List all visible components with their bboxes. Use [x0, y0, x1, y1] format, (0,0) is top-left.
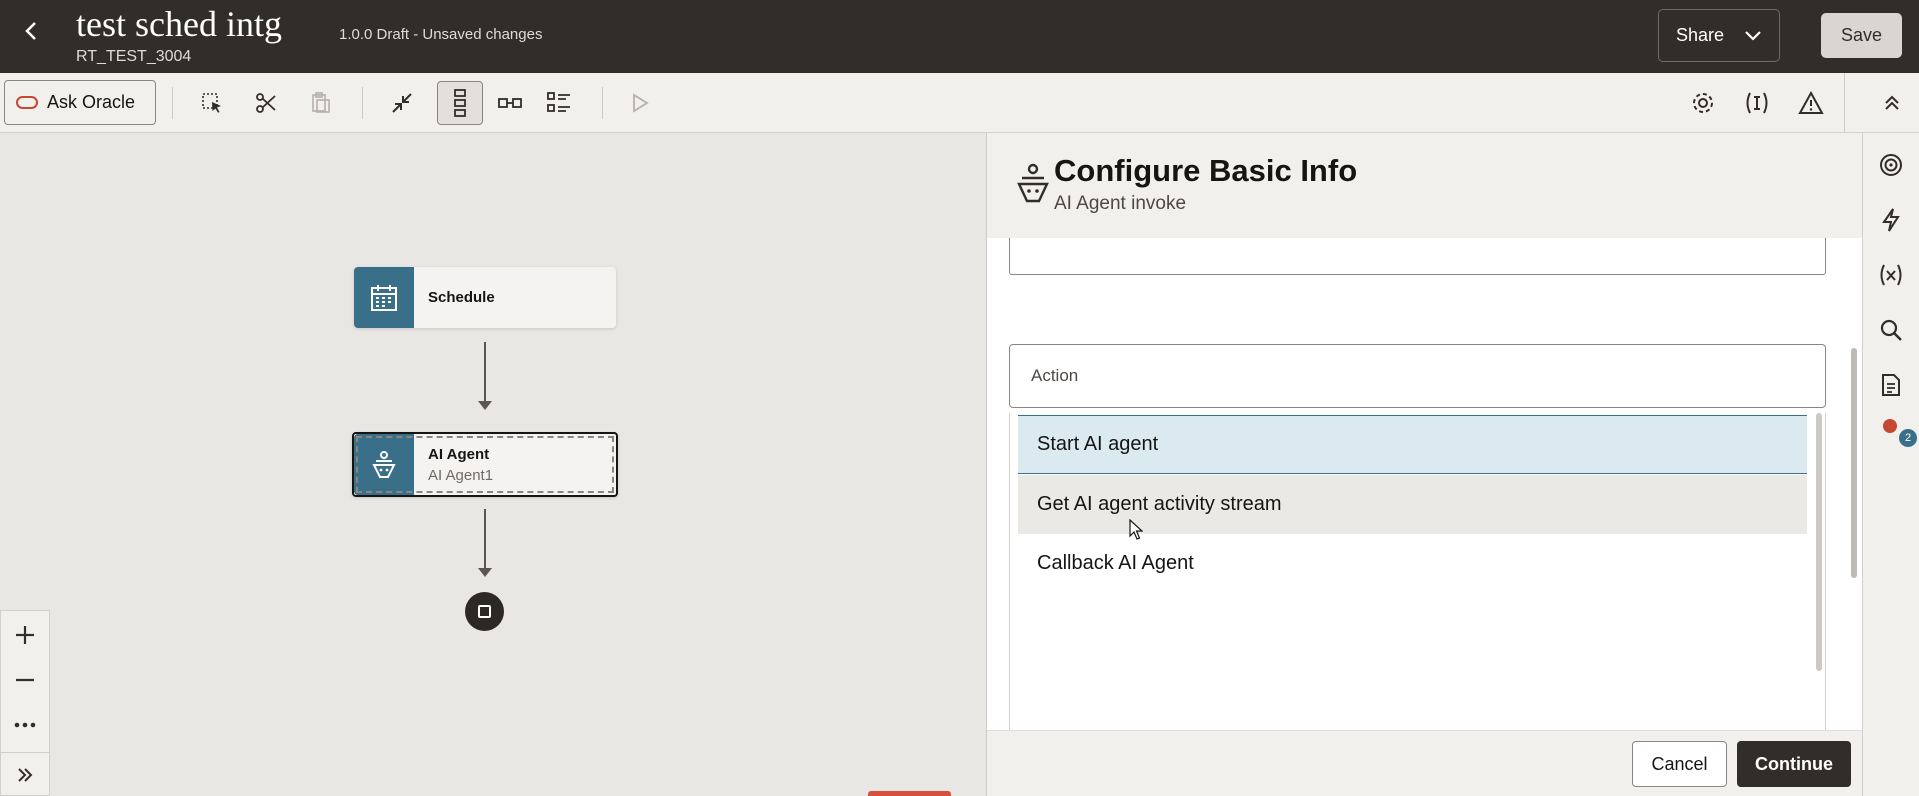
toolbar-divider	[172, 87, 173, 119]
collapse-up-icon[interactable]	[1876, 87, 1908, 119]
paste-icon[interactable]	[305, 87, 337, 119]
toolbar-divider	[1844, 73, 1845, 133]
notification-badge: 2	[1899, 429, 1917, 447]
toolbar-divider	[602, 87, 603, 119]
mouse-cursor-icon	[1129, 519, 1143, 540]
scrollbar-thumb[interactable]	[1816, 413, 1822, 671]
previous-field[interactable]	[1009, 238, 1826, 275]
schedule-node[interactable]: Schedule	[354, 267, 616, 328]
option-label: Callback AI Agent	[1037, 552, 1194, 574]
ai-agent-icon	[1017, 163, 1049, 203]
ai-agent-node[interactable]: AI Agent AI Agent1	[352, 432, 618, 497]
connector-arrow	[478, 568, 492, 577]
select-icon[interactable]	[196, 87, 228, 119]
toolbar-divider	[362, 87, 363, 119]
list-item[interactable]: Callback AI Agent	[1018, 534, 1807, 593]
panel-scrollbar[interactable]	[1848, 238, 1860, 730]
connector-arrow	[478, 401, 492, 410]
ask-oracle-label: Ask Oracle	[47, 92, 136, 112]
run-icon[interactable]	[624, 87, 656, 119]
chevron-left-icon	[25, 22, 36, 40]
warning-icon[interactable]	[1795, 87, 1827, 119]
node-subtitle: AI Agent1	[428, 466, 494, 484]
node-title: Schedule	[428, 289, 495, 306]
connector-line	[484, 342, 486, 404]
document-icon[interactable]	[1877, 371, 1905, 399]
panel-title: Configure Basic Info	[1054, 153, 1358, 188]
scrollbar-thumb[interactable]	[1851, 348, 1857, 578]
share-button[interactable]: Share	[1658, 9, 1780, 62]
cut-icon[interactable]	[250, 87, 282, 119]
node-title: AI Agent	[428, 445, 490, 463]
ask-oracle-button[interactable]: Ask Oracle	[4, 80, 156, 125]
back-button[interactable]	[18, 18, 44, 44]
option-label: Get AI agent activity stream	[1037, 493, 1282, 515]
option-label: Start AI agent	[1037, 433, 1159, 455]
oracle-logo-icon	[16, 96, 38, 109]
integration-canvas[interactable]: Schedule AI Agent AI Agent1	[0, 133, 986, 796]
list-item[interactable]: Start AI agent	[1018, 415, 1807, 474]
variables-icon[interactable]	[1741, 87, 1773, 119]
settings-icon[interactable]	[1687, 87, 1719, 119]
share-label: Share	[1676, 25, 1725, 45]
action-label: Action	[1031, 366, 1079, 385]
action-select[interactable]: Action	[1009, 344, 1826, 408]
search-icon[interactable]	[1877, 316, 1905, 344]
ai-agent-icon	[354, 434, 414, 495]
right-rail: 2	[1862, 133, 1919, 796]
more-icon[interactable]	[1, 703, 49, 747]
list-layout-icon[interactable]	[543, 87, 575, 119]
vertical-layout-icon[interactable]	[437, 81, 483, 125]
collapse-icon[interactable]	[386, 87, 418, 119]
expand-icon[interactable]	[1, 753, 49, 796]
end-node[interactable]	[465, 592, 504, 631]
cancel-button[interactable]: Cancel	[1632, 741, 1727, 787]
continue-button[interactable]: Continue	[1737, 741, 1851, 787]
notifications-icon[interactable]: 2	[1877, 419, 1917, 447]
variable-icon[interactable]	[1877, 261, 1905, 289]
horizontal-layout-icon[interactable]	[494, 87, 526, 119]
action-dropdown-list: Start AI agent Get AI agent activity str…	[1009, 413, 1826, 733]
dropdown-scrollbar[interactable]	[1815, 413, 1823, 733]
configure-panel: Configure Basic Info AI Agent invoke Act…	[986, 133, 1863, 796]
calendar-icon	[354, 267, 414, 328]
lightning-icon[interactable]	[1877, 206, 1905, 234]
target-icon[interactable]	[1877, 151, 1905, 179]
save-button[interactable]: Save	[1821, 13, 1902, 58]
connector-line	[484, 509, 486, 571]
panel-footer: Cancel Continue	[987, 730, 1863, 796]
version-status: 1.0.0 Draft - Unsaved changes	[339, 26, 543, 43]
panel-header: Configure Basic Info AI Agent invoke	[987, 133, 1863, 238]
zoom-controls	[0, 610, 50, 796]
zoom-in-icon[interactable]	[1, 613, 49, 657]
integration-identifier: RT_TEST_3004	[76, 48, 192, 65]
stop-icon	[478, 605, 491, 618]
app-header: test sched intg RT_TEST_3004 1.0.0 Draft…	[0, 0, 1919, 73]
alert-dot	[1883, 419, 1897, 433]
toolbar: Ask Oracle	[0, 73, 1919, 133]
integration-title: test sched intg	[76, 4, 282, 44]
panel-subtitle: AI Agent invoke	[1054, 193, 1187, 214]
zoom-out-icon[interactable]	[1, 658, 49, 702]
status-indicator	[868, 791, 951, 796]
chevron-down-icon	[1745, 30, 1761, 41]
